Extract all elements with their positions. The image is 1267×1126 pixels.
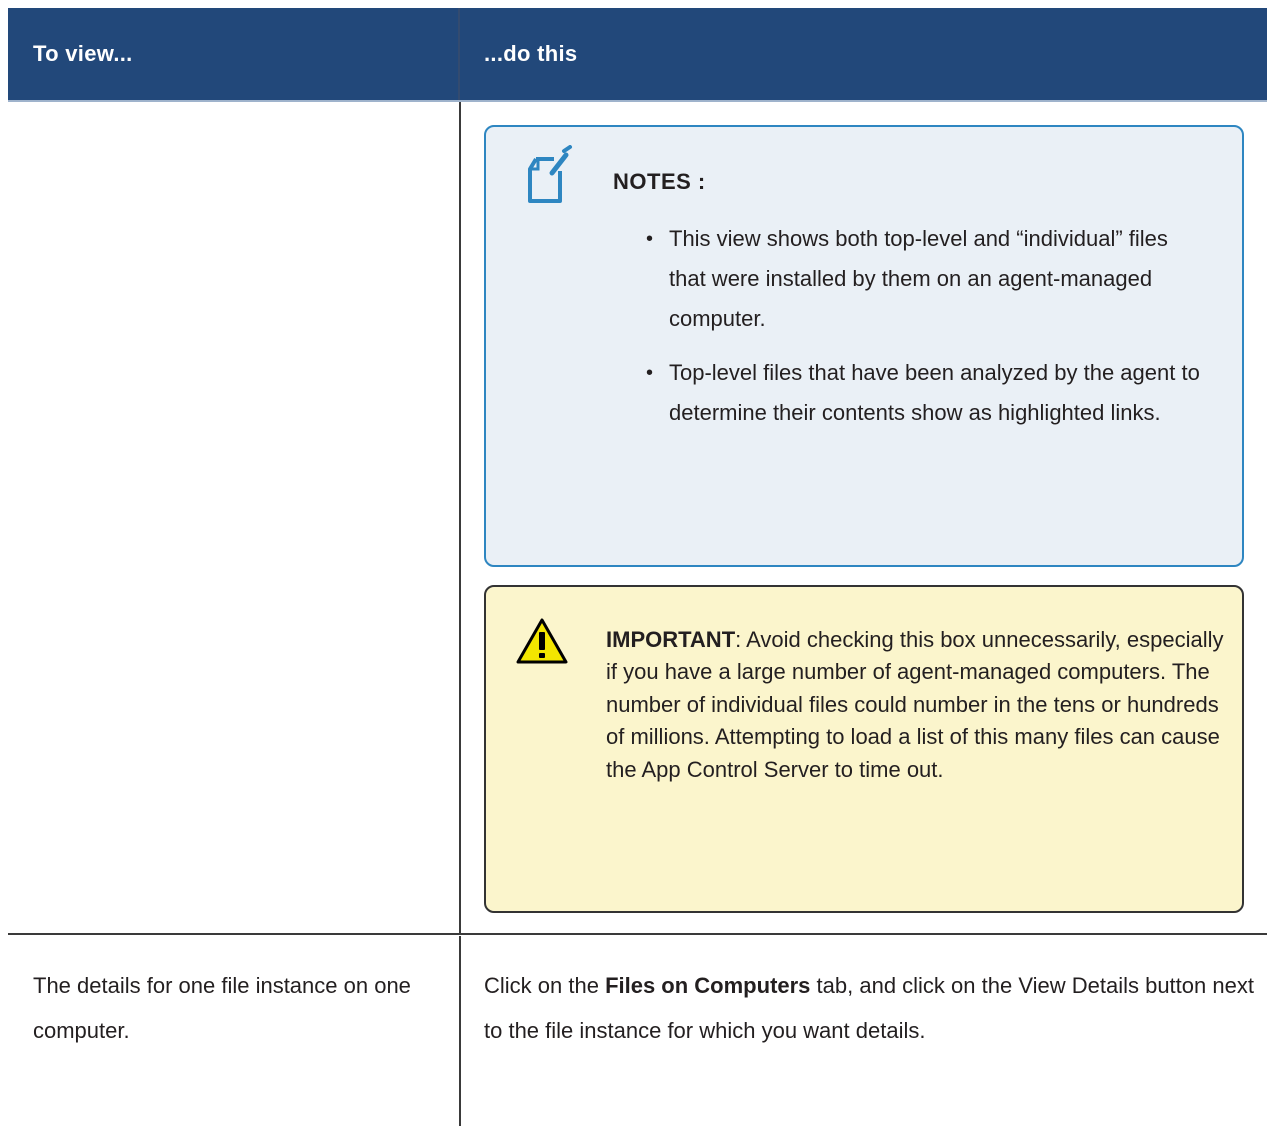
header-to-view: To view... [33,41,133,66]
header-do-this: ...do this [484,41,578,66]
table-header-row: To view... ...do this [8,8,1267,102]
important-callout: IMPORTANT: Avoid checking this box unnec… [484,585,1244,913]
note-pencil-icon [528,145,572,203]
header-divider [458,8,460,100]
doc-table: To view... ...do this NOTES : This view … [8,0,1267,1126]
important-label: IMPORTANT [606,627,736,652]
notes-list: This view shows both top-level and “indi… [646,219,1206,447]
warning-triangle-icon [516,618,568,664]
row2-to-view-cell: The details for one file instance on one… [33,973,411,1043]
important-text: IMPORTANT: Avoid checking this box unnec… [606,624,1226,786]
notes-title: NOTES : [613,169,706,194]
row2-do-this-cell: Click on the Files on Computers tab, and… [484,963,1254,1053]
column-divider [459,102,461,934]
row-divider [8,933,1267,935]
row2-text-before: Click on the [484,973,606,998]
column-divider [459,936,461,1126]
notes-callout: NOTES : This view shows both top-level a… [484,125,1244,567]
files-on-computers-tab-name: Files on Computers [605,973,811,998]
notes-item: This view shows both top-level and “indi… [646,219,1206,339]
notes-item: Top-level files that have been analyzed … [646,353,1206,433]
